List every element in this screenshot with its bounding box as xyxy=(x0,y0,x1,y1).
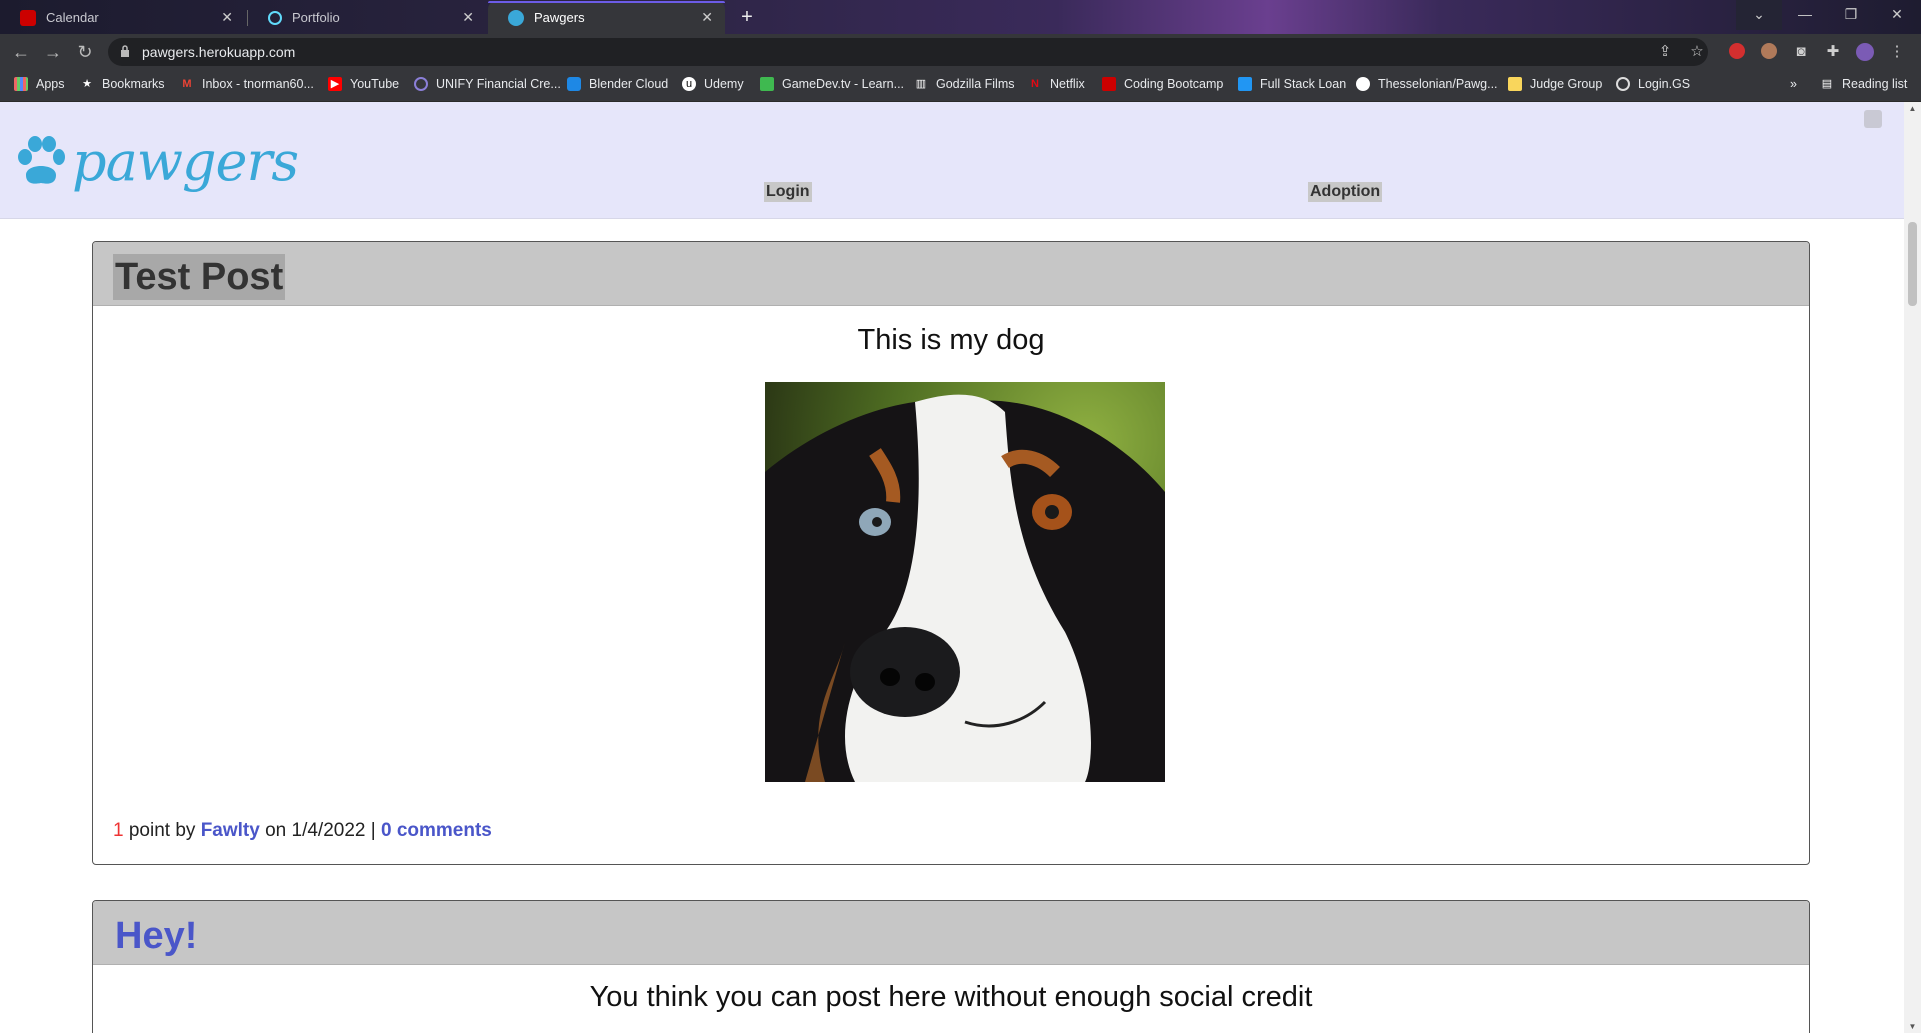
close-tab-icon[interactable]: ✕ xyxy=(462,9,474,26)
dark-mode-toggle-icon[interactable] xyxy=(1864,110,1882,128)
forward-arrow-icon[interactable]: → xyxy=(42,42,64,64)
login-gs-icon xyxy=(1616,77,1630,91)
menu-kebab-icon[interactable]: ⋮ xyxy=(1888,43,1906,61)
bookmark-netflix[interactable]: N Netflix xyxy=(1028,77,1085,91)
back-arrow-icon[interactable]: ← xyxy=(10,42,32,64)
paw-logo-icon xyxy=(18,136,65,184)
share-icon[interactable]: ⇪ xyxy=(1656,43,1674,61)
browser-tab-strip: Calendar ✕ Portfolio ✕ Pawgers ✕ + ⌄ — ❐… xyxy=(0,0,1921,34)
bookmarks-bar: Apps ★ Bookmarks M Inbox - tnorman60... ▶ Y… xyxy=(0,70,1921,102)
paw-icon xyxy=(508,9,524,26)
bookmark-star-icon[interactable]: ☆ xyxy=(1688,43,1706,61)
author-link[interactable]: Fawlty xyxy=(201,820,260,841)
comments-link[interactable]: 0 comments xyxy=(381,820,492,841)
url-text: pawgers.herokuapp.com xyxy=(142,44,296,60)
browser-toolbar: ← → ↻ pawgers.herokuapp.com ⇪ ☆ ◙ ✚ ⋮ xyxy=(0,34,1921,70)
post-title[interactable]: Hey! xyxy=(113,913,199,959)
scrollbar-thumb[interactable] xyxy=(1908,222,1917,306)
react-icon xyxy=(268,10,282,25)
camera-icon[interactable]: ◙ xyxy=(1792,43,1810,61)
bookmark-inbox[interactable]: M Inbox - tnorman60... xyxy=(180,77,313,91)
loan-icon xyxy=(1238,77,1252,91)
points-label: point by xyxy=(128,820,196,841)
minimize-button[interactable]: — xyxy=(1782,0,1828,30)
github-icon xyxy=(1356,77,1370,91)
blender-cloud-icon xyxy=(567,77,581,91)
extension-icon[interactable] xyxy=(1760,43,1778,61)
bookmark-full-stack-loan[interactable]: Full Stack Loan xyxy=(1238,77,1346,91)
reload-icon[interactable]: ↻ xyxy=(74,42,96,64)
post-header: Test Post xyxy=(93,242,1809,306)
logo-wordmark: pawgers xyxy=(72,130,299,193)
star-icon: ★ xyxy=(82,78,92,90)
unify-icon xyxy=(414,77,428,91)
date-prefix: on xyxy=(265,820,287,841)
tab-portfolio[interactable]: Portfolio ✕ xyxy=(248,1,486,34)
tab-title: Pawgers xyxy=(534,10,585,25)
extensions-puzzle-icon[interactable]: ✚ xyxy=(1824,43,1842,61)
bookmarks-overflow-chevron-icon[interactable]: » xyxy=(1790,77,1797,91)
utah-u-icon xyxy=(1102,77,1116,91)
post-card: Hey! You think you can post here without… xyxy=(92,900,1810,1033)
close-tab-icon[interactable]: ✕ xyxy=(221,9,233,26)
bookmark-judge-group[interactable]: Judge Group xyxy=(1508,77,1602,91)
post-card: Test Post This is my dog 1 point by Fawl… xyxy=(92,241,1810,865)
tab-pawgers[interactable]: Pawgers ✕ xyxy=(488,1,725,34)
post-body: This is my dog 1 point by Fawlty on 1/4/… xyxy=(93,306,1809,864)
reading-list-icon: ▤ xyxy=(1821,78,1833,90)
bookmark-bookmarks[interactable]: ★ Bookmarks xyxy=(80,77,164,91)
post-title[interactable]: Test Post xyxy=(113,254,286,300)
tab-calendar[interactable]: Calendar ✕ xyxy=(0,1,245,34)
tab-title: Portfolio xyxy=(292,10,340,25)
scroll-up-arrow-icon[interactable]: ▲ xyxy=(1908,104,1917,113)
bookmark-youtube[interactable]: ▶ YouTube xyxy=(328,77,399,91)
film-icon: ▥ xyxy=(915,78,927,90)
close-window-button[interactable]: ✕ xyxy=(1874,0,1920,30)
youtube-icon: ▶ xyxy=(328,77,342,91)
page-scrollbar[interactable]: ▲ ▼ xyxy=(1904,102,1921,1033)
scroll-down-arrow-icon[interactable]: ▼ xyxy=(1908,1022,1917,1031)
post-meta: 1 point by Fawlty on 1/4/2022 | 0 commen… xyxy=(113,820,492,842)
adblock-icon[interactable] xyxy=(1728,43,1746,61)
profile-avatar-icon[interactable] xyxy=(1856,43,1874,61)
post-body: You think you can post here without enou… xyxy=(93,965,1809,1014)
bookmark-blender-cloud[interactable]: Blender Cloud xyxy=(567,77,668,91)
restore-button[interactable]: ❐ xyxy=(1828,0,1874,30)
dog-photo xyxy=(765,382,1165,782)
tab-title: Calendar xyxy=(46,10,99,25)
apps-grid-icon xyxy=(14,77,28,91)
meta-separator: | xyxy=(370,820,376,841)
post-text: You think you can post here without enou… xyxy=(589,981,1313,1013)
site-header: pawgers Login Adoption xyxy=(0,102,1904,219)
bookmark-apps[interactable]: Apps xyxy=(14,77,65,91)
reading-list-button[interactable]: ▤ Reading list xyxy=(1820,77,1908,91)
post-points: 1 xyxy=(113,820,124,841)
close-tab-icon[interactable]: ✕ xyxy=(701,9,713,26)
gamedev-icon xyxy=(760,77,774,91)
bookmark-godzilla-films[interactable]: ▥ Godzilla Films xyxy=(914,77,1015,91)
nav-adoption-link[interactable]: Adoption xyxy=(1308,182,1383,202)
udemy-icon: u xyxy=(682,77,696,91)
folder-icon xyxy=(1508,77,1522,91)
bookmark-udemy[interactable]: u Udemy xyxy=(682,77,744,91)
address-bar[interactable]: pawgers.herokuapp.com xyxy=(108,38,1708,66)
bookmark-unify[interactable]: UNIFY Financial Cre... xyxy=(414,77,561,91)
post-date: 1/4/2022 xyxy=(291,820,366,841)
bookmark-github[interactable]: Thesselonian/Pawg... xyxy=(1356,77,1498,91)
bookmark-login-gs[interactable]: Login.GS xyxy=(1616,77,1690,91)
nav-login-link[interactable]: Login xyxy=(764,182,812,202)
lock-icon xyxy=(121,45,129,57)
bookmark-gamedev[interactable]: GameDev.tv - Learn... xyxy=(760,77,904,91)
site-logo[interactable]: pawgers xyxy=(16,130,299,193)
new-tab-button[interactable]: + xyxy=(734,6,760,30)
utah-u-icon xyxy=(20,9,36,26)
netflix-icon: N xyxy=(1031,78,1039,90)
bookmark-coding-bootcamp[interactable]: Coding Bootcamp xyxy=(1102,77,1223,91)
gmail-icon: M xyxy=(182,78,192,90)
tab-search-button[interactable]: ⌄ xyxy=(1736,0,1782,30)
post-text: This is my dog xyxy=(857,324,1045,356)
post-header: Hey! xyxy=(93,901,1809,965)
page-viewport: pawgers Login Adoption Test Post This is… xyxy=(0,102,1904,1033)
